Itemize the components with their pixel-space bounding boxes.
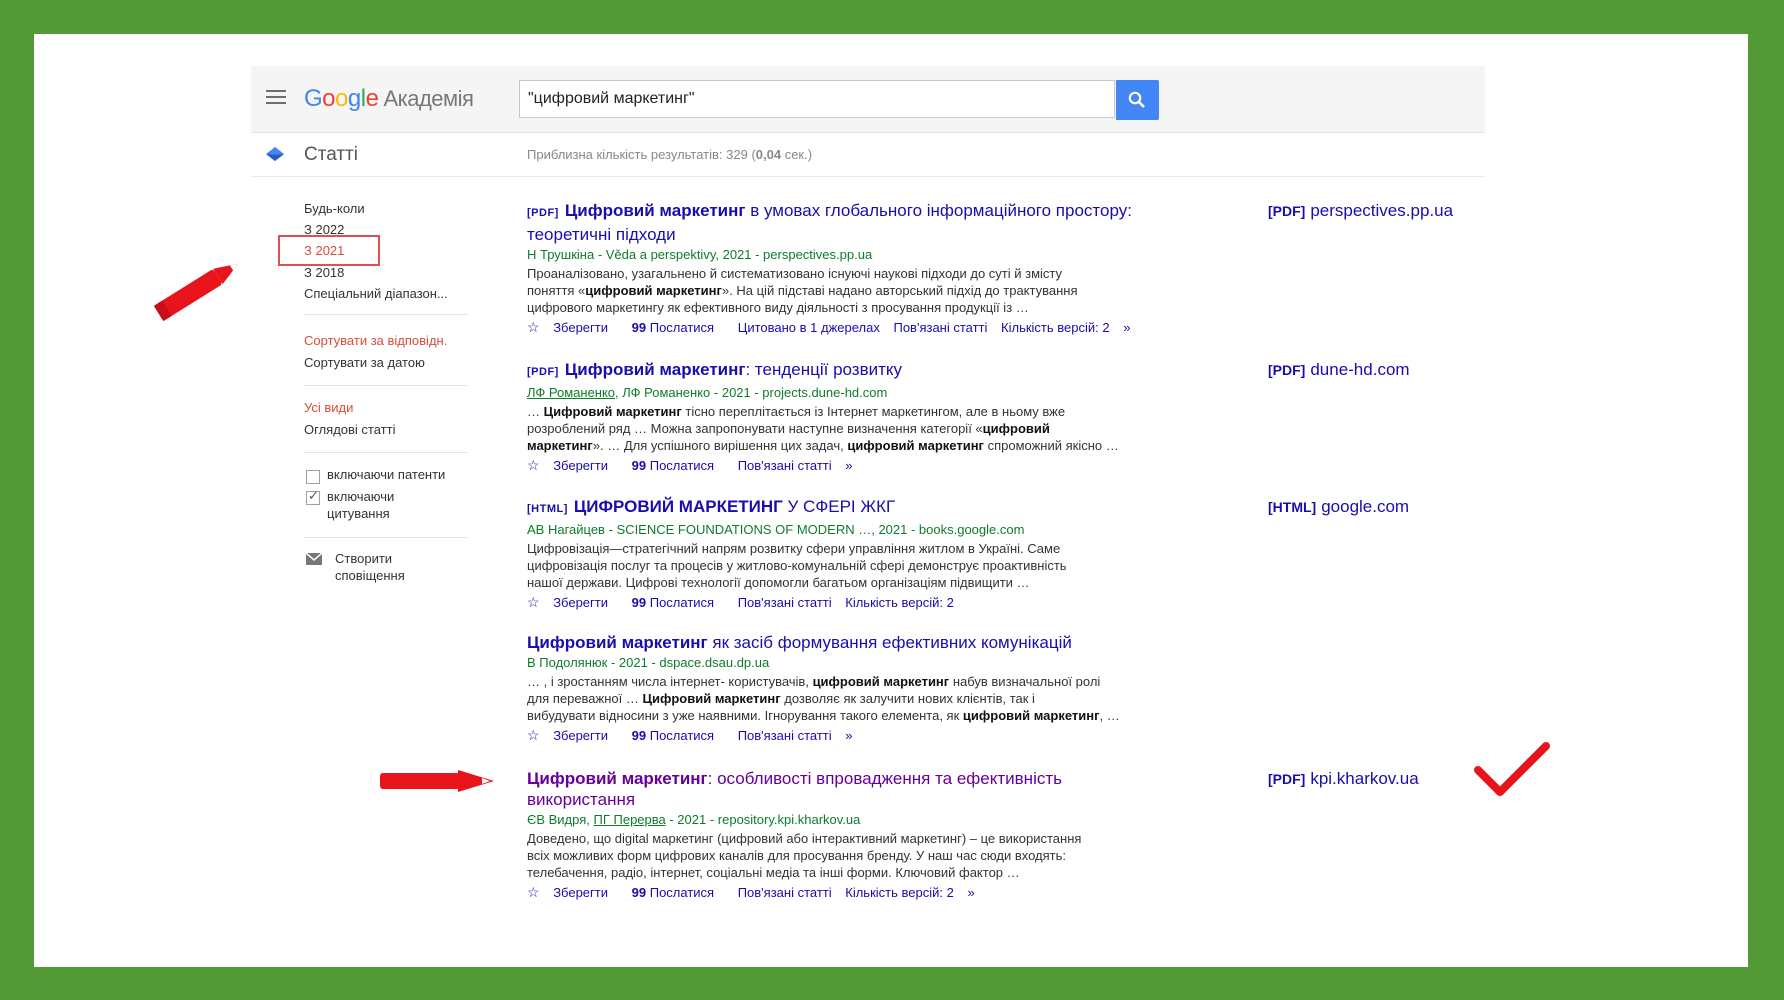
logo-product: Академія (383, 86, 474, 111)
quote-icon: 99 (631, 728, 647, 743)
create-alert-label-2[interactable]: сповіщення (335, 568, 405, 583)
save-link[interactable]: ☆ Зберегти (527, 884, 618, 900)
search-button[interactable] (1116, 80, 1159, 120)
related-link[interactable]: Пов'язані статті (738, 595, 832, 610)
sidebar-divider (304, 314, 468, 315)
result-actions: ☆ Зберегти 99 Послатися Пов'язані статті… (527, 724, 1167, 747)
quote-icon: 99 (631, 885, 647, 900)
logo-google: Google (304, 85, 379, 112)
result-title[interactable]: [PDF] Цифровий маркетинг: тенденції розви… (527, 359, 1167, 383)
quote-icon: 99 (631, 595, 647, 610)
filter-any-time[interactable]: Будь-коли (304, 201, 365, 216)
result-title[interactable]: Цифровий маркетинг: особливості впровадж… (527, 768, 1167, 810)
related-link[interactable]: Пов'язані статті (893, 320, 987, 335)
sort-by-relevance[interactable]: Сортувати за відповідн. (304, 333, 447, 348)
header-divider (251, 176, 1485, 177)
result-snippet: … Цифровий маркетинг тісно переплітаєтьс… (527, 404, 1119, 453)
versions-link[interactable]: Кількість версій: 2 (845, 595, 954, 610)
author-link[interactable]: ПГ Перерва (594, 812, 666, 827)
create-alert-label-1[interactable]: Створити (335, 551, 392, 566)
result-meta: ЛФ Романенко, ЛФ Романенко - 2021 - proj… (527, 385, 888, 400)
result-meta: Н Трушкіна - Věda a perspektivy, 2021 - … (527, 247, 873, 262)
search-result: Цифровий маркетинг як засіб формування е… (527, 632, 1167, 747)
result-snippet: … , і зростанням числа інтернет- користу… (527, 674, 1120, 723)
type-review[interactable]: Оглядові статті (304, 422, 395, 437)
hamburger-icon[interactable] (266, 90, 286, 106)
author-link[interactable]: ЛФ Романенко (527, 385, 615, 400)
save-link[interactable]: ☆ Зберегти (527, 727, 618, 743)
scholar-logo[interactable]: Google Академія (304, 85, 474, 113)
side-html-link[interactable]: [HTML] google.com (1268, 497, 1409, 517)
magnifier-icon (1128, 91, 1145, 108)
checkmark-annotation (1474, 742, 1550, 796)
result-actions: ☆ Зберегти 99 Послатися Пов'язані статті… (527, 454, 1167, 477)
result-meta: В Подолянюк - 2021 - dspace.dsau.dp.ua (527, 655, 770, 670)
sidebar-divider (304, 385, 468, 386)
check-icon: ✓ (308, 488, 319, 503)
result-title[interactable]: Цифровий маркетинг як засіб формування е… (527, 632, 1167, 653)
result-meta: ЄВ Видря, ПГ Перерва - 2021 - repository… (527, 812, 861, 827)
result-snippet: Доведено, що digital маркетинг (цифровий… (527, 831, 1082, 880)
include-citations-label-1: включаючи (327, 489, 395, 504)
cite-link[interactable]: 99 Послатися (632, 728, 724, 743)
related-link[interactable]: Пов'язані статті (738, 458, 832, 473)
star-icon: ☆ (527, 457, 540, 473)
sort-by-date[interactable]: Сортувати за датою (304, 355, 425, 370)
side-pdf-link[interactable]: [PDF] kpi.kharkov.ua (1268, 769, 1419, 789)
side-pdf-link[interactable]: [PDF] perspectives.pp.ua (1268, 201, 1453, 221)
result-actions: ☆ Зберегти 99 Послатися Пов'язані статті… (527, 881, 1167, 904)
quote-icon: 99 (631, 458, 647, 473)
scholar-cap-icon (266, 147, 284, 161)
save-link[interactable]: ☆ Зберегти (527, 594, 618, 610)
pencil-annotation (153, 263, 239, 322)
star-icon: ☆ (527, 727, 540, 743)
star-icon: ☆ (527, 319, 540, 335)
patents-checkbox[interactable] (306, 470, 320, 484)
filter-custom-range[interactable]: Спеціальний діапазон... (304, 286, 448, 301)
search-result: [PDF] Цифровий маркетинг в умовах глобаль… (527, 200, 1167, 339)
section-label: Статті (304, 144, 358, 165)
result-actions: ☆ Зберегти 99 Послатися Пов'язані статті… (527, 591, 1167, 614)
cite-link[interactable]: 99 Послатися (632, 595, 724, 610)
result-title[interactable]: [HTML] ЦИФРОВИЙ МАРКЕТИНГ У СФЕРІ ЖКГ (527, 496, 1167, 520)
double-chevron-icon[interactable]: » (845, 728, 852, 743)
save-link[interactable]: ☆ Зберегти (527, 319, 618, 335)
include-citations-label-2: цитування (327, 506, 390, 521)
cite-link[interactable]: 99 Послатися (632, 458, 724, 473)
search-result: [PDF] Цифровий маркетинг: тенденції розви… (527, 359, 1167, 477)
save-link[interactable]: ☆ Зберегти (527, 457, 618, 473)
result-snippet: Проаналізовано, узагальнено й систематиз… (527, 266, 1078, 315)
result-count: Приблизна кількість результатів: 329 (0,… (527, 147, 813, 162)
result-snippet: Цифровізація—стратегічний напрям розвитк… (527, 541, 1067, 590)
side-pdf-link[interactable]: [PDF] dune-hd.com (1268, 360, 1410, 380)
double-chevron-icon[interactable]: » (845, 458, 852, 473)
search-result: [HTML] ЦИФРОВИЙ МАРКЕТИНГ У СФЕРІ ЖКГ АВ … (527, 496, 1167, 614)
result-title[interactable]: [PDF] Цифровий маркетинг в умовах глобаль… (527, 200, 1167, 245)
quote-icon: 99 (631, 320, 647, 335)
type-all[interactable]: Усі види (304, 400, 353, 415)
search-input[interactable]: "цифровий маркетинг" (519, 80, 1115, 118)
versions-link[interactable]: Кількість версій: 2 (845, 885, 954, 900)
double-chevron-icon[interactable]: » (967, 885, 974, 900)
search-result: Цифровий маркетинг: особливості впровадж… (527, 768, 1167, 904)
star-icon: ☆ (527, 594, 540, 610)
citations-checkbox[interactable]: ✓ (306, 488, 320, 505)
cited-by-link[interactable]: Цитовано в 1 джерелах (738, 320, 880, 335)
highlight-box (278, 235, 380, 266)
include-patents-label: включаючи патенти (327, 467, 446, 482)
related-link[interactable]: Пов'язані статті (738, 885, 832, 900)
envelope-icon (306, 553, 322, 565)
arrow-annotation (380, 770, 494, 792)
filter-since-2018[interactable]: З 2018 (304, 265, 344, 280)
cite-link[interactable]: 99 Послатися (632, 885, 724, 900)
double-chevron-icon[interactable]: » (1123, 320, 1130, 335)
result-actions: ☆ Зберегти 99 Послатися Цитовано в 1 дже… (527, 316, 1167, 339)
sidebar-divider (304, 537, 468, 538)
result-meta: АВ Нагайцев - SCIENCE FOUNDATIONS OF MOD… (527, 522, 1025, 537)
related-link[interactable]: Пов'язані статті (738, 728, 832, 743)
star-icon: ☆ (527, 884, 540, 900)
sidebar-divider (304, 452, 468, 453)
versions-link[interactable]: Кількість версій: 2 (1001, 320, 1110, 335)
cite-link[interactable]: 99 Послатися (632, 320, 724, 335)
